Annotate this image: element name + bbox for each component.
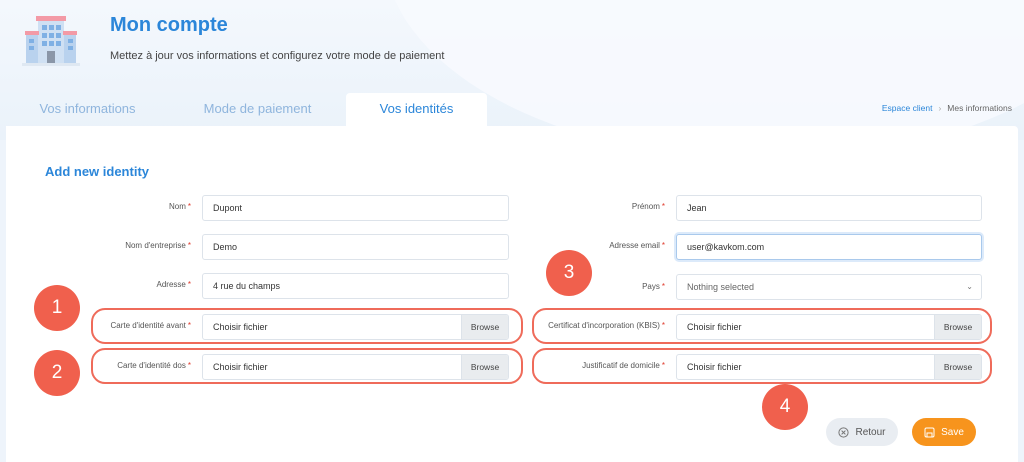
domicile-label: Justificatif de domicile * bbox=[582, 361, 665, 370]
save-button-label: Save bbox=[941, 426, 964, 438]
save-button[interactable]: Save bbox=[912, 418, 976, 446]
retour-button-label: Retour bbox=[855, 426, 886, 438]
adresse-input[interactable]: 4 rue du champs bbox=[202, 273, 509, 299]
breadcrumb-espace-client[interactable]: Espace client bbox=[882, 103, 933, 113]
annotation-badge-4: 4 bbox=[762, 384, 808, 430]
save-icon bbox=[924, 427, 935, 437]
entreprise-label: Nom d'entreprise * bbox=[125, 241, 191, 250]
cni-avant-file-input[interactable]: Choisir fichier Browse bbox=[202, 314, 509, 340]
annotation-badge-3: 3 bbox=[546, 250, 592, 296]
identity-form-panel: Add new identity Nom * Dupont Nom d'entre… bbox=[6, 126, 1018, 462]
entreprise-input[interactable]: Demo bbox=[202, 234, 509, 260]
cni-avant-label: Carte d'identité avant * bbox=[110, 321, 191, 330]
kbis-browse-button[interactable]: Browse bbox=[934, 315, 981, 339]
tab-vos-identites[interactable]: Vos identités bbox=[346, 93, 487, 126]
kbis-file-text: Choisir fichier bbox=[687, 322, 742, 332]
page-subtitle: Mettez à jour vos informations et config… bbox=[110, 50, 445, 62]
pays-select[interactable]: Nothing selected ⌄ bbox=[676, 274, 982, 300]
domicile-browse-button[interactable]: Browse bbox=[934, 355, 981, 379]
breadcrumb: Espace client › Mes informations bbox=[882, 103, 1012, 113]
close-circle-icon bbox=[838, 426, 850, 438]
form-title: Add new identity bbox=[45, 164, 149, 179]
tab-mode-de-paiement[interactable]: Mode de paiement bbox=[169, 93, 346, 126]
cni-avant-file-text: Choisir fichier bbox=[213, 322, 268, 332]
tab-bar: Vos informations Mode de paiement Vos id… bbox=[6, 93, 1018, 126]
annotation-badge-1: 1 bbox=[34, 285, 80, 331]
cni-avant-browse-button[interactable]: Browse bbox=[461, 315, 508, 339]
chevron-down-icon: ⌄ bbox=[966, 282, 973, 291]
domicile-file-input[interactable]: Choisir fichier Browse bbox=[676, 354, 982, 380]
retour-button[interactable]: Retour bbox=[826, 418, 898, 446]
annotation-badge-2: 2 bbox=[34, 350, 80, 396]
building-icon bbox=[22, 12, 80, 68]
email-label: Adresse email * bbox=[609, 241, 665, 250]
adresse-label: Adresse * bbox=[156, 280, 191, 289]
prenom-input[interactable]: Jean bbox=[676, 195, 982, 221]
nom-label: Nom * bbox=[168, 202, 191, 211]
cni-dos-browse-button[interactable]: Browse bbox=[461, 355, 508, 379]
cni-dos-file-text: Choisir fichier bbox=[213, 362, 268, 372]
nom-input[interactable]: Dupont bbox=[202, 195, 509, 221]
email-input[interactable]: user@kavkom.com bbox=[676, 234, 982, 260]
prenom-label: Prénom * bbox=[631, 202, 665, 211]
breadcrumb-current: Mes informations bbox=[947, 103, 1012, 113]
breadcrumb-separator: › bbox=[938, 103, 942, 113]
tab-vos-informations[interactable]: Vos informations bbox=[6, 93, 169, 126]
cni-dos-file-input[interactable]: Choisir fichier Browse bbox=[202, 354, 509, 380]
kbis-file-input[interactable]: Choisir fichier Browse bbox=[676, 314, 982, 340]
domicile-file-text: Choisir fichier bbox=[687, 362, 742, 372]
pays-select-value: Nothing selected bbox=[687, 282, 755, 292]
page-header: Mon compte Mettez à jour vos information… bbox=[22, 12, 444, 68]
page-title: Mon compte bbox=[110, 14, 228, 36]
kbis-label: Certificat d'incorporation (KBIS) * bbox=[548, 321, 665, 330]
